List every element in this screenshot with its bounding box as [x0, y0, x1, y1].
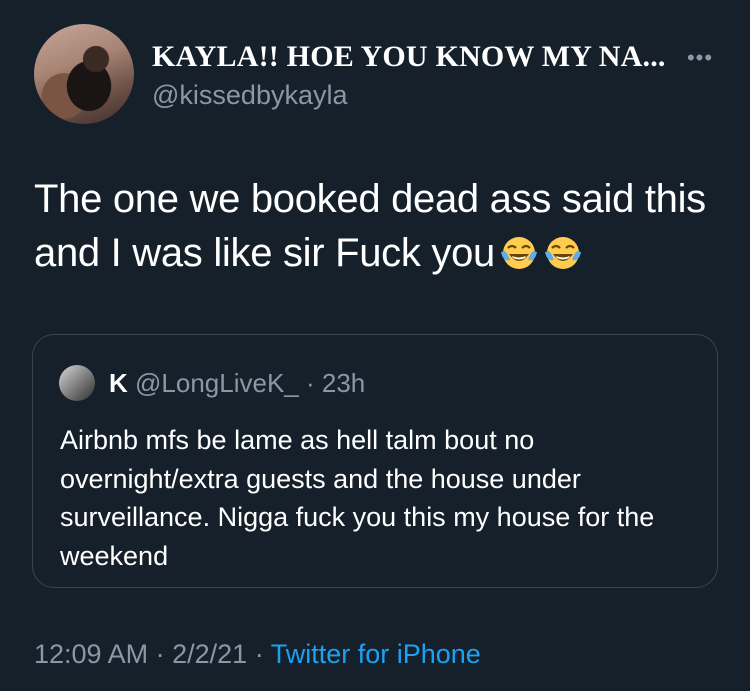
tweet-footer: 12:09 AM · 2/2/21 · Twitter for iPhone [34, 636, 481, 672]
face-with-tears-of-joy-icon [500, 237, 537, 269]
author-avatar[interactable] [34, 24, 134, 124]
author-display-name[interactable]: KAYLA!! HOE YOU KNOW MY NA... [152, 40, 666, 74]
footer-separator: · [155, 639, 165, 669]
tweet-card: KAYLA!! HOE YOU KNOW MY NA... @kissedbyk… [0, 0, 750, 691]
author-handle[interactable]: @kissedbykayla [152, 80, 348, 111]
footer-separator-2: · [254, 639, 264, 669]
quoted-author-avatar[interactable] [59, 365, 95, 401]
quoted-author-handle[interactable]: @LongLiveK_ [135, 368, 299, 398]
tweet-source-link[interactable]: Twitter for iPhone [271, 639, 481, 669]
tweet-body: The one we booked dead ass said this and… [34, 172, 724, 280]
quoted-tweet-text: Airbnb mfs be lame as hell talm bout no … [60, 425, 655, 571]
quoted-timestamp[interactable]: 23h [322, 368, 365, 398]
quoted-tweet[interactable]: K @LongLiveK_ · 23h Airbnb mfs be lame a… [32, 334, 718, 588]
more-options-icon[interactable]: ••• [680, 47, 720, 69]
quoted-author-name[interactable]: K [109, 368, 128, 398]
tweet-text: The one we booked dead ass said this and… [34, 177, 706, 275]
tweet-date[interactable]: 2/2/21 [172, 639, 247, 669]
face-with-tears-of-joy-icon [544, 237, 581, 269]
quoted-tweet-header: K @LongLiveK_ · 23h [109, 365, 365, 401]
quoted-separator: · [305, 368, 315, 398]
tweet-time[interactable]: 12:09 AM [34, 639, 148, 669]
